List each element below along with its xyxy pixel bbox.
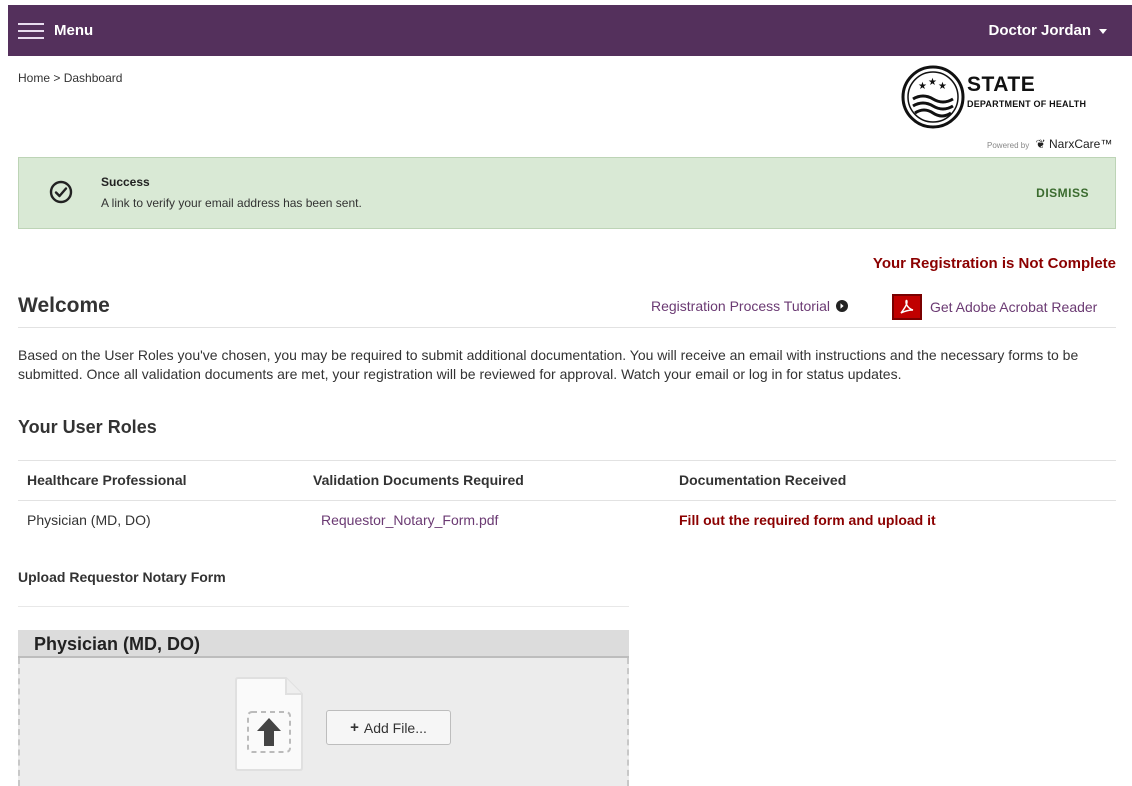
- powered-by-label: Powered by ❦ NarxCare™: [987, 137, 1112, 151]
- upload-panel-header: Physician (MD, DO): [18, 630, 629, 658]
- logo-department-text: DEPARTMENT OF HEALTH: [967, 99, 1087, 109]
- role-cell: Physician (MD, DO): [27, 512, 151, 528]
- narxcare-brand: NarxCare™: [1049, 137, 1113, 151]
- logo-state-text: STATE: [967, 73, 1036, 96]
- check-circle-icon: [49, 180, 73, 204]
- user-menu-dropdown[interactable]: Doctor Jordan: [988, 5, 1107, 56]
- registration-status: Your Registration is Not Complete: [872, 255, 1116, 272]
- upload-panel-title: Physician (MD, DO): [34, 634, 201, 654]
- user-name: Doctor Jordan: [988, 22, 1091, 39]
- notary-form-pdf-link[interactable]: Requestor_Notary_Form.pdf: [321, 512, 498, 528]
- adobe-pdf-icon: [892, 294, 922, 320]
- menu-button[interactable]: Menu: [8, 5, 93, 56]
- file-drop-zone[interactable]: + Add File...: [18, 658, 629, 786]
- breadcrumb-separator: >: [53, 71, 61, 85]
- svg-text:★: ★: [938, 81, 947, 92]
- top-navigation-bar: Menu Doctor Jordan: [8, 5, 1132, 56]
- breadcrumb-home-link[interactable]: Home: [18, 71, 50, 85]
- caret-down-icon: [1099, 29, 1107, 34]
- column-header-documentation-received: Documentation Received: [679, 472, 847, 488]
- alert-message: A link to verify your email address has …: [101, 196, 362, 210]
- upload-section-heading: Upload Requestor Notary Form: [18, 569, 226, 585]
- divider: [18, 327, 1116, 328]
- hamburger-icon: [18, 22, 44, 39]
- user-roles-heading: Your User Roles: [18, 417, 157, 437]
- intro-paragraph: Based on the User Roles you've chosen, y…: [18, 347, 1079, 382]
- add-file-button[interactable]: + Add File...: [326, 710, 451, 745]
- state-seal-icon: ★ ★ ★: [901, 65, 965, 129]
- plus-icon: +: [350, 719, 359, 736]
- powered-by-prefix: Powered by: [987, 141, 1030, 150]
- svg-text:★: ★: [928, 77, 937, 88]
- breadcrumb: Home > Dashboard: [18, 71, 122, 85]
- success-alert: Success A link to verify your email addr…: [18, 157, 1116, 229]
- arrow-circle-right-icon: [835, 300, 848, 312]
- divider: [18, 500, 1116, 501]
- page-title: Welcome: [18, 294, 110, 317]
- column-header-validation-documents: Validation Documents Required: [313, 472, 524, 488]
- svg-text:★: ★: [918, 81, 927, 92]
- column-header-healthcare-professional: Healthcare Professional: [27, 472, 187, 488]
- file-upload-icon: [235, 677, 303, 771]
- adobe-link-label: Get Adobe Acrobat Reader: [930, 299, 1098, 315]
- adobe-reader-link[interactable]: Get Adobe Acrobat Reader: [892, 294, 1097, 320]
- state-health-logo: ★ ★ ★ STATE DEPARTMENT OF HEALTH Powered…: [901, 65, 1121, 155]
- add-file-label: Add File...: [363, 719, 427, 736]
- alert-title: Success: [101, 175, 150, 189]
- menu-label: Menu: [54, 22, 94, 39]
- dismiss-button[interactable]: DISMISS: [1036, 186, 1089, 200]
- tutorial-link-label: Registration Process Tutorial: [651, 298, 830, 314]
- divider: [18, 460, 1116, 461]
- narxcare-icon: ❦: [1035, 137, 1046, 151]
- breadcrumb-current: Dashboard: [63, 71, 123, 85]
- divider: [18, 606, 629, 607]
- registration-tutorial-link[interactable]: Registration Process Tutorial: [651, 298, 848, 314]
- documentation-status: Fill out the required form and upload it: [679, 512, 936, 528]
